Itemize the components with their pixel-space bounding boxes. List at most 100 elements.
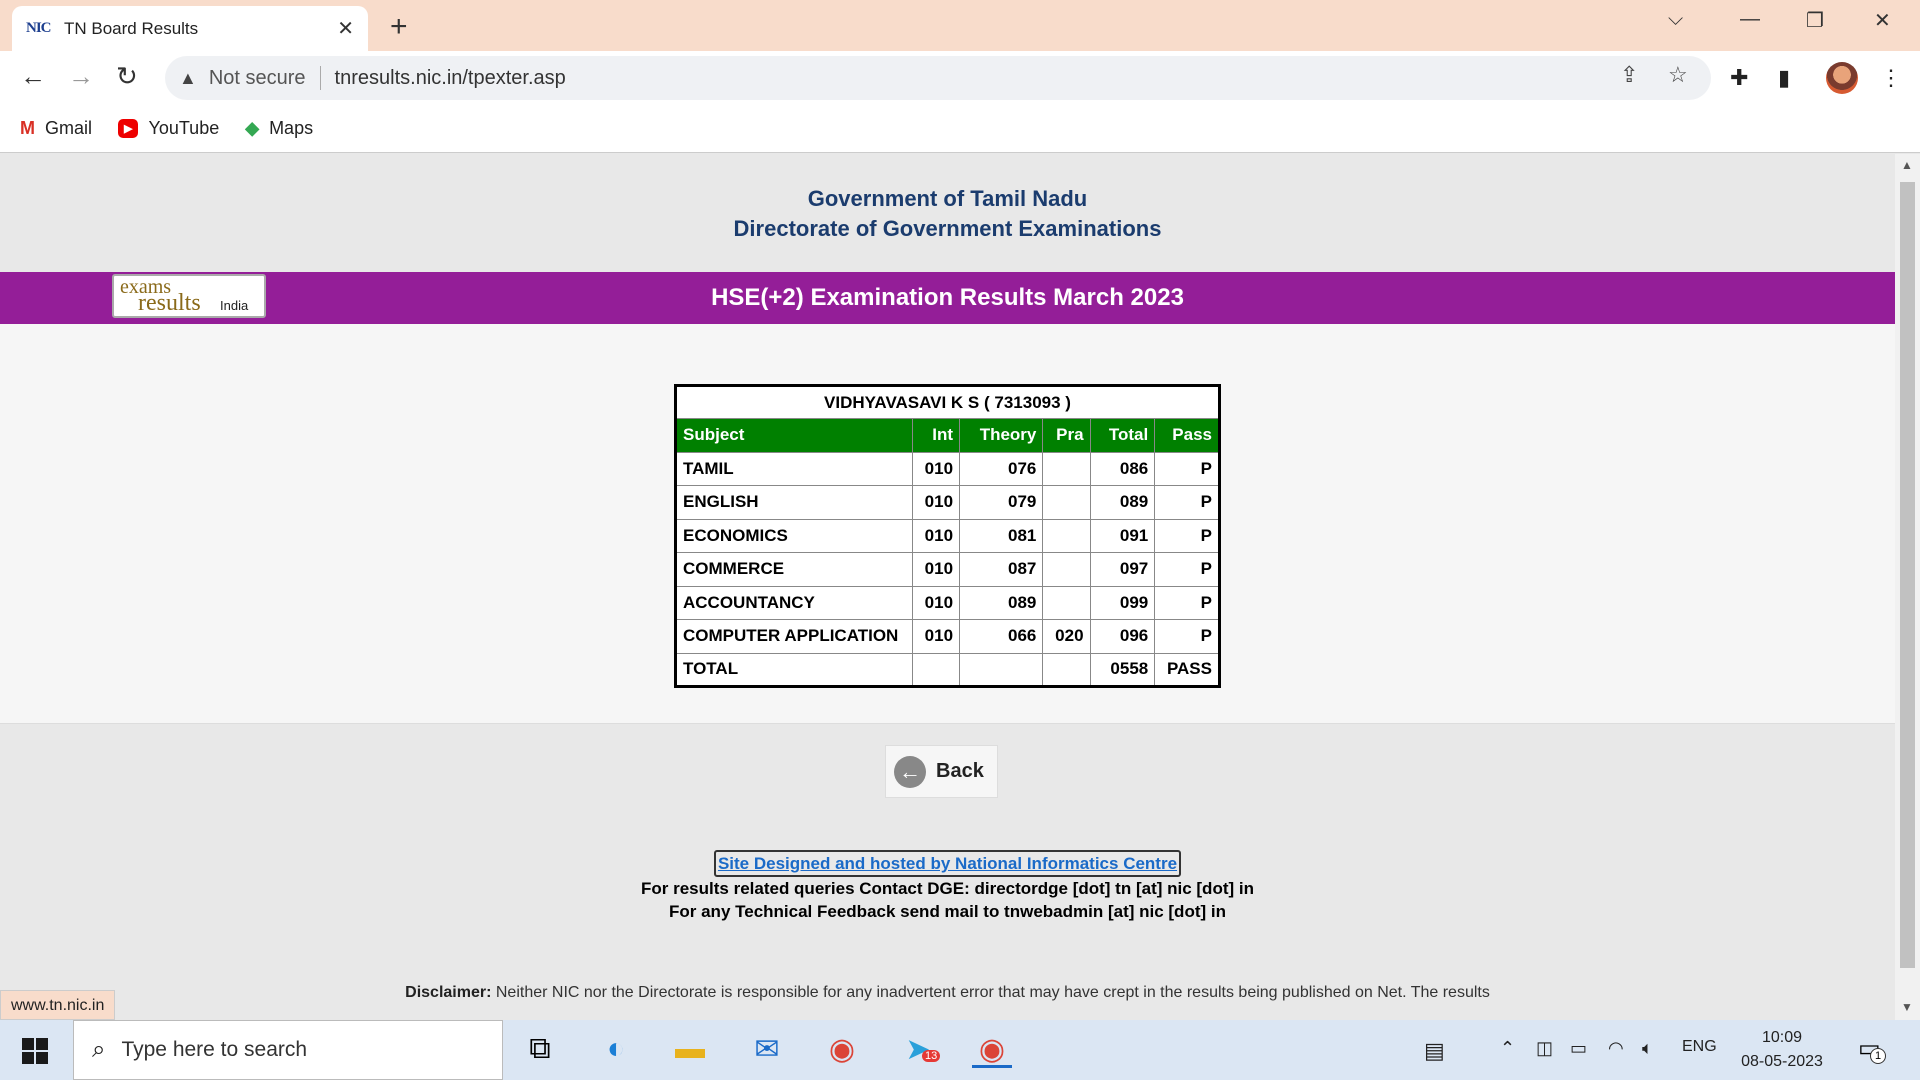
cell-pra bbox=[1042, 552, 1091, 587]
window-close-icon[interactable]: ✕ bbox=[1874, 8, 1891, 33]
cell-theory: 076 bbox=[959, 451, 1044, 486]
cell-total: 089 bbox=[1089, 485, 1156, 520]
maps-icon: ◆ bbox=[245, 118, 260, 138]
bookmark-label: YouTube bbox=[148, 118, 220, 138]
bookmark-maps[interactable]: ◆ Maps bbox=[245, 118, 313, 139]
back-label: Back bbox=[936, 760, 984, 782]
security-status[interactable]: Not secure bbox=[209, 67, 306, 90]
bookmark-label: Maps bbox=[269, 118, 314, 138]
date: 08-05-2023 bbox=[1741, 1053, 1823, 1070]
scroll-thumb[interactable] bbox=[1900, 182, 1915, 968]
edge-icon[interactable]: ◐ bbox=[596, 1032, 636, 1068]
cell-int: 010 bbox=[911, 518, 961, 553]
gov-name: Government of Tamil Nadu bbox=[807, 186, 1088, 211]
browser-tab[interactable]: NIC TN Board Results ✕ bbox=[12, 6, 368, 51]
cell-pra bbox=[1042, 652, 1091, 687]
col-total: Total bbox=[1089, 418, 1156, 453]
chrome-icon[interactable]: ◉ bbox=[822, 1032, 862, 1068]
nic-link[interactable]: Site Designed and hosted by National Inf… bbox=[713, 850, 1182, 877]
language-indicator[interactable]: ENG bbox=[1682, 1038, 1717, 1056]
windows-start-icon[interactable] bbox=[22, 1038, 48, 1064]
extensions-icon[interactable]: ✚ bbox=[1730, 65, 1748, 91]
bookmark-youtube[interactable]: ▶ YouTube bbox=[118, 118, 219, 139]
cell-total: 096 bbox=[1089, 619, 1156, 654]
chrome-profile-icon[interactable]: ◉ bbox=[972, 1032, 1012, 1068]
wifi-icon[interactable]: ◠ bbox=[1608, 1038, 1624, 1059]
table-row: ENGLISH 010 079 089 P bbox=[675, 485, 1220, 520]
student-name-regno: VIDHYAVASAVI K S ( 7313093 ) bbox=[675, 385, 1220, 419]
warning-icon[interactable]: ▲ bbox=[179, 68, 197, 89]
bookmark-star-icon[interactable]: ☆ bbox=[1668, 62, 1688, 88]
gmail-icon: M bbox=[20, 118, 35, 138]
student-row: VIDHYAVASAVI K S ( 7313093 ) bbox=[675, 385, 1220, 419]
telegram-icon[interactable]: ➤ 13 bbox=[898, 1032, 941, 1068]
reload-icon[interactable]: ↻ bbox=[116, 61, 138, 92]
scroll-up-icon[interactable]: ▲ bbox=[1901, 158, 1913, 172]
col-subject: Subject bbox=[675, 418, 913, 453]
menu-kebab-icon[interactable]: ⋮ bbox=[1880, 65, 1902, 91]
volume-icon[interactable]: 🔈︎ bbox=[1642, 1038, 1653, 1059]
address-bar[interactable]: ▲ Not secure tnresults.nic.in/tpexter.as… bbox=[165, 56, 1711, 100]
tab-title: TN Board Results bbox=[64, 18, 199, 38]
browser-toolbar: ← → ↻ ▲ Not secure tnresults.nic.in/tpex… bbox=[0, 51, 1920, 105]
cell-total: 097 bbox=[1089, 552, 1156, 587]
vertical-scrollbar[interactable]: ▲ ▼ bbox=[1895, 154, 1920, 1020]
cell-subject: ECONOMICS bbox=[675, 518, 913, 553]
cell-int: 010 bbox=[911, 451, 961, 486]
cell-pra bbox=[1042, 518, 1091, 553]
cell-theory: 079 bbox=[959, 485, 1044, 520]
cell-subject: COMMERCE bbox=[675, 552, 913, 587]
minimize-icon[interactable]: — bbox=[1740, 8, 1760, 31]
cell-subject: COMPUTER APPLICATION bbox=[675, 619, 913, 654]
close-tab-icon[interactable]: ✕ bbox=[337, 16, 354, 41]
cell-int: 010 bbox=[911, 552, 961, 587]
back-arrow-icon: ← bbox=[894, 755, 926, 788]
logo-text-results: results bbox=[138, 290, 201, 316]
new-tab-button[interactable]: + bbox=[390, 10, 408, 44]
windows-taskbar: ⌕ Type here to search ⧉ ◐ ▬ ✉ ◉ ➤ 13 ◉ ▤… bbox=[0, 1020, 1920, 1080]
col-pass: Pass bbox=[1154, 418, 1220, 453]
url-text[interactable]: tnresults.nic.in/tpexter.asp bbox=[335, 67, 566, 90]
total-row: TOTAL 0558 PASS bbox=[675, 652, 1220, 687]
cell-subject: TAMIL bbox=[675, 451, 913, 486]
clock[interactable]: 10:09 08-05-2023 bbox=[1732, 1026, 1832, 1074]
restore-icon[interactable]: ❐ bbox=[1806, 8, 1824, 33]
back-button[interactable]: ← Back bbox=[885, 745, 998, 798]
cell-theory: 081 bbox=[959, 518, 1044, 553]
news-widget-icon[interactable]: ▤ bbox=[1424, 1038, 1445, 1064]
task-view-icon[interactable]: ⧉ bbox=[520, 1032, 560, 1068]
cell-total: 091 bbox=[1089, 518, 1156, 553]
tab-search-icon[interactable]: ⌵ bbox=[1668, 8, 1683, 31]
footer: Site Designed and hosted by National Inf… bbox=[0, 850, 1895, 923]
disclaimer-text: Neither NIC nor the Directorate is respo… bbox=[495, 984, 1490, 1001]
side-panel-icon[interactable]: ▮ bbox=[1778, 65, 1790, 91]
bookmark-gmail[interactable]: M Gmail bbox=[20, 118, 92, 139]
cell-pra bbox=[1042, 585, 1091, 620]
cell-subject: ENGLISH bbox=[675, 485, 913, 520]
forward-arrow-icon[interactable]: → bbox=[68, 61, 94, 92]
back-arrow-icon[interactable]: ← bbox=[20, 61, 46, 92]
cell-subject: ACCOUNTANCY bbox=[675, 585, 913, 620]
cell-pass: P bbox=[1154, 485, 1220, 520]
scroll-down-icon[interactable]: ▼ bbox=[1901, 1000, 1913, 1014]
profile-avatar[interactable] bbox=[1826, 62, 1858, 94]
share-icon[interactable]: ⇪ bbox=[1620, 62, 1638, 88]
mail-icon[interactable]: ✉ bbox=[747, 1032, 787, 1068]
meet-icon[interactable]: ◫ bbox=[1536, 1038, 1553, 1059]
cell-theory: 066 bbox=[959, 619, 1044, 654]
file-explorer-icon[interactable]: ▬ bbox=[670, 1032, 710, 1068]
disclaimer: Disclaimer: Neither NIC nor the Director… bbox=[0, 984, 1895, 1002]
contact-dge: For results related queries Contact DGE:… bbox=[641, 879, 1254, 898]
notification-icon[interactable]: ▭ 1 bbox=[1858, 1034, 1886, 1064]
battery-icon[interactable]: ▭ bbox=[1570, 1038, 1587, 1059]
tray-chevron-icon[interactable]: ⌃ bbox=[1500, 1038, 1515, 1059]
exams-results-logo[interactable]: exams results India bbox=[112, 274, 266, 318]
status-bubble: www.tn.nic.in bbox=[0, 990, 116, 1020]
bookmark-label: Gmail bbox=[45, 118, 93, 138]
youtube-icon: ▶ bbox=[118, 119, 139, 138]
page-header: Government of Tamil Nadu Directorate of … bbox=[0, 184, 1895, 244]
cell-subject: TOTAL bbox=[675, 652, 913, 687]
cell-pass: P bbox=[1154, 585, 1220, 620]
taskbar-search[interactable]: ⌕ Type here to search bbox=[73, 1020, 503, 1080]
cell-pass: P bbox=[1154, 619, 1220, 654]
